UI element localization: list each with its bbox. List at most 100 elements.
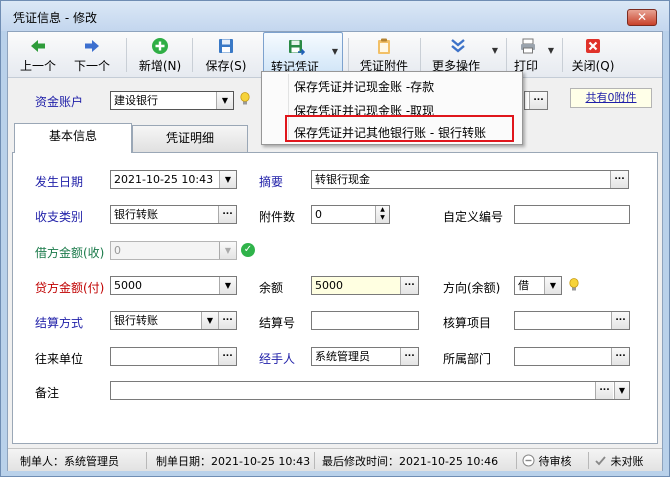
chevron-down-icon[interactable]: ▼ [219, 171, 236, 188]
ellipsis-icon[interactable]: ... [529, 92, 547, 109]
handler-label: 经手人 [259, 352, 296, 366]
voucher-attachment-button[interactable]: 凭证附件 [352, 32, 416, 76]
credit-value: 5000 [114, 279, 142, 292]
toolbar-separator [348, 38, 349, 72]
next-label: 下一个 [73, 59, 110, 73]
save-button[interactable]: 保存(S) [198, 32, 254, 76]
remark-label: 备注 [35, 386, 60, 400]
floppy-transfer-icon [289, 40, 305, 56]
date-field[interactable]: 2021-10-25 10:43 ▼ [110, 170, 237, 189]
close-red-icon [586, 39, 600, 53]
ellipsis-icon[interactable]: ... [610, 171, 628, 188]
check-icon [595, 456, 606, 466]
double-chevron-icon [451, 39, 465, 53]
balance-value: 5000 [315, 279, 343, 292]
highlight-box [285, 115, 514, 142]
chevron-down-icon[interactable]: ▼ [201, 312, 218, 329]
close-label: 关闭(Q) [571, 59, 615, 73]
spin-icon[interactable]: ▲ ▼ [375, 206, 389, 223]
window-close-button[interactable]: ✕ [627, 9, 657, 26]
basic-info-panel: 发生日期 2021-10-25 10:43 ▼ 摘要 转银行现金 ... 收支类… [12, 152, 658, 444]
transfer-voucher-button[interactable]: 转记凭证 ▼ [263, 32, 343, 76]
check-circle-icon: ✓ [241, 243, 255, 257]
floppy-icon [219, 39, 233, 53]
tab-voucher-detail[interactable]: 凭证明细 [132, 125, 248, 152]
summary-value: 转银行现金 [315, 173, 370, 186]
category-field[interactable]: 银行转账 ... [110, 205, 237, 224]
partner-field[interactable]: ... [110, 347, 237, 366]
credit-field[interactable]: 5000 ▼ [110, 276, 237, 295]
ellipsis-icon[interactable]: ... [218, 348, 236, 365]
toolbar-separator [126, 38, 127, 72]
direction-label: 方向(余额) [443, 281, 501, 295]
bulb-icon [240, 92, 250, 105]
ellipsis-icon[interactable]: ... [595, 382, 613, 399]
toolbar-separator [420, 38, 421, 72]
debit-field[interactable]: 0 ▼ [110, 241, 237, 260]
settle-value: 银行转账 [114, 314, 158, 327]
ellipsis-icon[interactable]: ... [611, 348, 629, 365]
ellipsis-icon[interactable]: ... [611, 312, 629, 329]
attach-count-label: 附件数 [259, 210, 296, 224]
direction-value: 借 [518, 279, 529, 292]
close-button[interactable]: 关闭(Q) [564, 32, 622, 76]
toolbar-separator [562, 38, 563, 72]
ellipsis-icon[interactable]: ... [400, 277, 418, 294]
unreconciled-label: 未对账 [610, 455, 644, 468]
category-value: 银行转账 [114, 208, 158, 221]
prev-label: 上一个 [19, 59, 56, 73]
chevron-down-icon[interactable]: ▼ [492, 46, 498, 55]
status-separator [516, 452, 517, 469]
chevron-down-icon[interactable]: ▼ [548, 46, 554, 55]
tab-basic-info[interactable]: 基本信息 [14, 123, 132, 153]
ellipsis-icon[interactable]: ... [400, 348, 418, 365]
ellipsis-icon[interactable]: ... [218, 312, 236, 329]
dept-field[interactable]: ... [514, 347, 630, 366]
dept-label: 所属部门 [443, 352, 492, 366]
chevron-down-icon[interactable]: ▼ [216, 92, 233, 109]
next-button[interactable]: 下一个 [70, 32, 114, 76]
custom-no-field[interactable] [514, 205, 630, 224]
more-actions-button[interactable]: 更多操作 ▼ [424, 32, 502, 76]
chevron-down-icon[interactable]: ▼ [614, 382, 629, 399]
new-button[interactable]: 新增(N) [132, 32, 188, 76]
prev-button[interactable]: 上一个 [16, 32, 60, 76]
minus-circle-icon [522, 454, 535, 467]
direction-select[interactable]: 借 ▼ [514, 276, 562, 295]
status-bar: 制单人：系统管理员 制单日期：2021-10-25 10:43 最后修改时间：2… [8, 448, 662, 471]
toolbar-separator [192, 38, 193, 72]
menu-item-cash-deposit[interactable]: 保存凭证并记现金账 -存款 [294, 78, 434, 95]
attach-count-value: 0 [315, 208, 322, 221]
ellipsis-icon[interactable]: ... [218, 206, 236, 223]
balance-field[interactable]: 5000 ... [311, 276, 419, 295]
window: 凭证信息 - 修改 ✕ 上一个 下一个 新增(N) 保存(S) 转记凭证 ▼ 凭… [0, 0, 670, 477]
chevron-down-icon[interactable]: ▼ [219, 242, 236, 259]
audit-item-label: 核算项目 [443, 316, 492, 330]
clipboard-icon [378, 38, 390, 54]
chevron-down-icon[interactable]: ▼ [544, 277, 561, 294]
status-separator [588, 452, 589, 469]
attach-count-stepper[interactable]: 0 ▲ ▼ [311, 205, 390, 224]
status-separator [314, 452, 315, 469]
category-label: 收支类别 [35, 210, 84, 224]
account-select[interactable]: 建设银行 ▼ [110, 91, 234, 110]
remark-field[interactable]: ... ▼ [110, 381, 630, 400]
unreconciled-status: 未对账 [594, 453, 644, 469]
chevron-down-icon[interactable]: ▼ [332, 47, 338, 56]
printer-icon [521, 38, 535, 54]
settle-field[interactable]: 银行转账 ▼ ... [110, 311, 237, 330]
account-extra-field[interactable]: ... [524, 91, 548, 110]
account-label: 资金账户 [35, 95, 84, 109]
chevron-down-icon[interactable]: ▼ [219, 277, 236, 294]
audit-item-field[interactable]: ... [514, 311, 630, 330]
balance-label: 余额 [259, 281, 284, 295]
plus-circle-icon [152, 38, 168, 54]
summary-field[interactable]: 转银行现金 ... [311, 170, 629, 189]
print-button[interactable]: 打印 ▼ [508, 32, 558, 76]
attachment-count-link[interactable]: 共有0附件 [570, 88, 652, 108]
save-label: 保存(S) [205, 59, 247, 73]
arrow-left-icon [31, 40, 45, 52]
pending-audit-status: 待审核 [522, 453, 572, 469]
settle-no-field[interactable] [311, 311, 419, 330]
handler-field[interactable]: 系统管理员 ... [311, 347, 419, 366]
